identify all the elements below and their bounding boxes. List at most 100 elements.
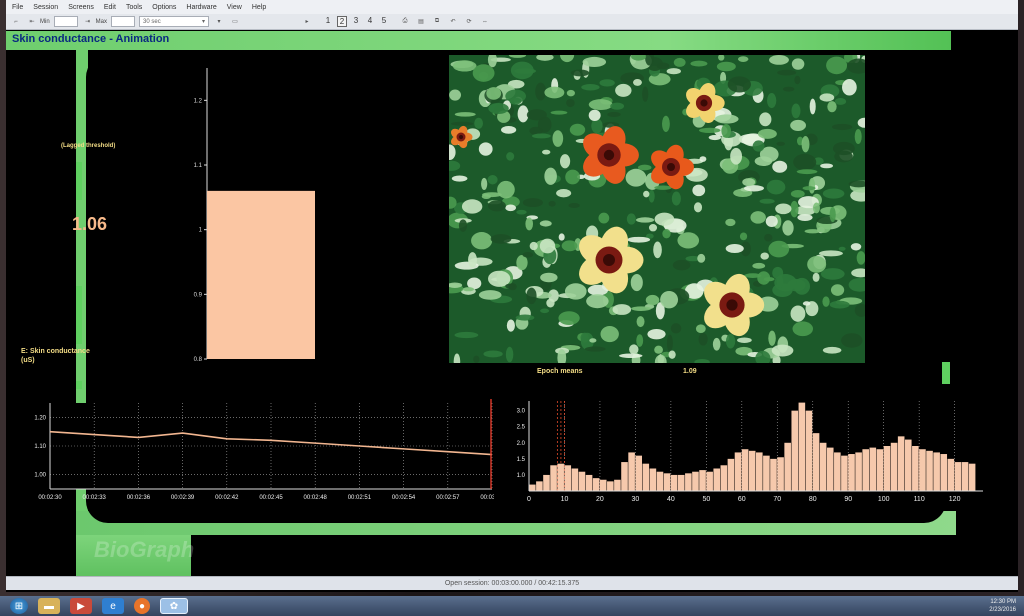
menu-item-file[interactable]: File (12, 4, 23, 11)
y-tick-label: 2.0 (517, 441, 526, 447)
media-player-icon[interactable]: ▶ (70, 598, 92, 614)
foliage-blob (648, 189, 655, 203)
histogram-bar (578, 471, 586, 491)
foliage-blob (775, 203, 792, 215)
page-button-3[interactable]: 3 (351, 16, 361, 27)
screen: File Session Screens Edit Tools Options Hardwa… (0, 0, 1024, 616)
duration-select[interactable]: 30 sec ▾ (139, 16, 210, 27)
foliage-blob (540, 272, 558, 283)
histogram-bar (897, 436, 905, 491)
page-button-1[interactable]: 1 (323, 16, 333, 27)
foliage-blob (698, 127, 721, 133)
foliage-blob (600, 325, 619, 343)
x-tick-label: 40 (667, 496, 675, 503)
foliage-blob (643, 190, 650, 198)
menu-item-screens[interactable]: Screens (68, 4, 94, 11)
start-icon[interactable]: ⊞ (10, 598, 28, 614)
foliage-blob (505, 283, 515, 289)
menu-item-session[interactable]: Session (33, 4, 58, 11)
menu-item-options[interactable]: Options (152, 4, 176, 11)
foliage-blob (607, 112, 621, 118)
clock[interactable]: 12:30 PM 2/23/2016 (989, 598, 1016, 614)
foliage-blob (558, 311, 580, 326)
foliage-blob (822, 188, 845, 199)
gauge-tick-label: 1 (199, 228, 203, 234)
foliage-blob (737, 337, 752, 343)
foliage-blob (782, 220, 794, 236)
play-icon[interactable]: ▸ (301, 16, 313, 28)
epoch-value: 1.09 (683, 368, 697, 375)
foliage-blob (544, 167, 557, 185)
x-tick-label: 100 (878, 496, 890, 503)
foliage-blob (472, 64, 495, 82)
min-field[interactable] (53, 16, 78, 27)
x-tick-label: 00:02:57 (436, 495, 460, 501)
foliage-blob (508, 55, 527, 58)
print-icon[interactable]: ⎙ (399, 16, 411, 28)
foliage-blob (820, 163, 834, 169)
animation-image (449, 55, 865, 363)
folder-icon[interactable]: ▬ (38, 598, 60, 614)
foliage-blob (451, 175, 468, 182)
foliage-blob (737, 56, 749, 62)
page-button-5[interactable]: 5 (379, 16, 389, 27)
internet-explorer-icon[interactable]: e (102, 598, 124, 614)
cursor-icon[interactable]: ⌐ (10, 16, 22, 28)
foliage-blob (514, 68, 536, 74)
foliage-blob (450, 121, 474, 126)
histogram-bar (614, 479, 621, 491)
layout-icon[interactable]: ▤ (415, 16, 427, 28)
foliage-blob (807, 255, 827, 273)
max-field[interactable] (111, 16, 136, 27)
foliage-blob (654, 212, 675, 226)
firefox-icon[interactable]: ● (134, 598, 150, 614)
menu-item-help[interactable]: Help (252, 4, 266, 11)
histogram-bar (784, 442, 791, 491)
foliage-blob (636, 316, 645, 328)
page-title: Skin conductance - Animation (12, 33, 170, 45)
dropdown-icon[interactable]: ▾ (213, 16, 225, 28)
expand-icon[interactable]: ⇥ (82, 16, 94, 28)
foliage-blob (636, 217, 655, 223)
foliage-blob (535, 82, 547, 101)
histogram-bar (529, 484, 536, 491)
foliage-blob (588, 109, 601, 121)
x-tick-label: 90 (844, 496, 852, 503)
x-tick-label: 00:02:48 (304, 495, 328, 501)
histogram-bar (543, 474, 550, 491)
foliage-blob (629, 344, 639, 355)
save-icon[interactable]: ▭ (229, 16, 241, 28)
histogram-bar (536, 481, 543, 491)
foliage-blob (694, 358, 710, 363)
foliage-blob (481, 193, 491, 200)
foliage-blob (812, 272, 820, 282)
foliage-blob (767, 93, 777, 109)
foliage-blob (599, 79, 615, 87)
foliage-blob (692, 184, 706, 197)
refresh-icon[interactable]: ⟳ (463, 16, 475, 28)
foliage-blob (822, 346, 842, 354)
foliage-blob (791, 103, 801, 119)
undo-icon[interactable]: ↶ (447, 16, 459, 28)
menu-item-tools[interactable]: Tools (126, 4, 142, 11)
page-button-2[interactable]: 2 (337, 16, 348, 27)
foliage-blob (539, 238, 556, 254)
page-button-4[interactable]: 4 (365, 16, 375, 27)
foliage-blob (771, 344, 794, 357)
foliage-blob (487, 200, 506, 212)
menu-item-view[interactable]: View (227, 4, 242, 11)
resize-icon[interactable]: ⇔ (479, 16, 491, 28)
menu-item-edit[interactable]: Edit (104, 4, 116, 11)
histogram-bar (656, 471, 664, 491)
foliage-blob (802, 301, 811, 306)
align-icon[interactable]: ⇤ (26, 16, 38, 28)
histogram-bar (699, 470, 706, 491)
menu-item-hardware[interactable]: Hardware (186, 4, 216, 11)
biograph-app-icon[interactable]: ✿ (160, 598, 188, 614)
x-tick-label: 110 (914, 496, 925, 503)
foliage-blob (829, 300, 850, 309)
foliage-blob (452, 60, 477, 72)
histogram-bar (663, 473, 671, 491)
histogram-bar (876, 449, 884, 491)
copy-icon[interactable]: ⧉ (431, 16, 443, 28)
